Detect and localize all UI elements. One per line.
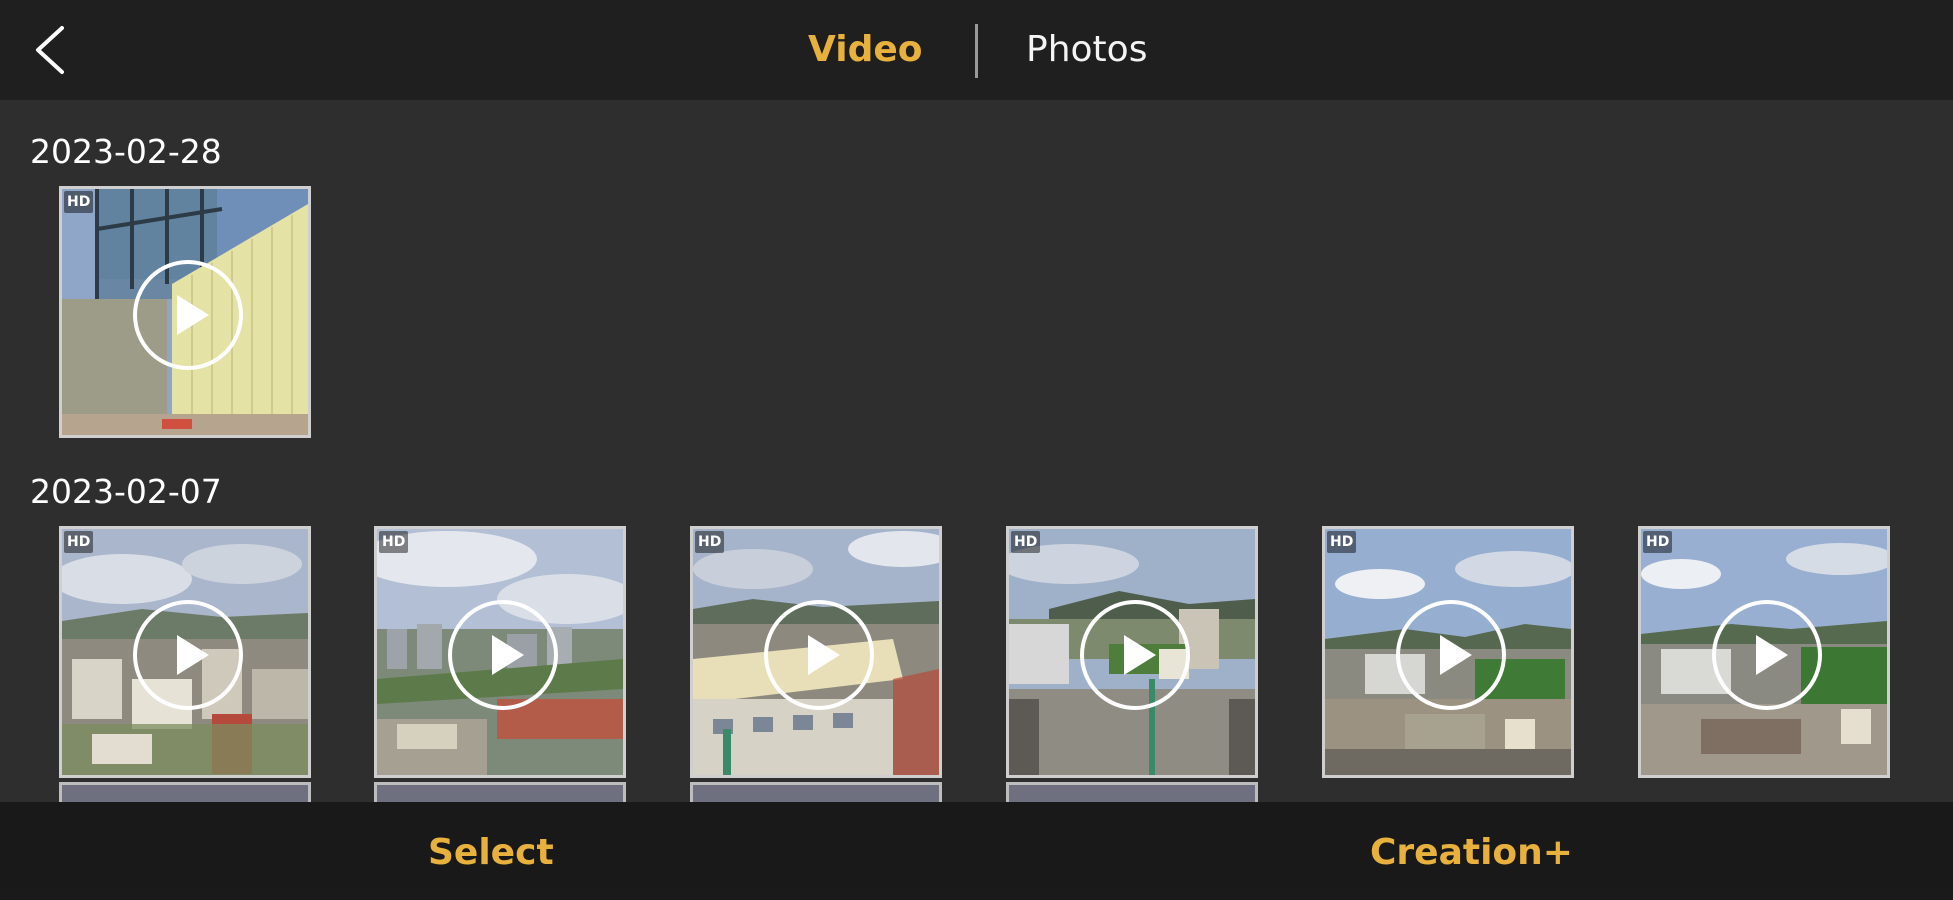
creation-button[interactable]: Creation+ [1370, 830, 1573, 876]
video-thumbnail-partial[interactable] [59, 782, 311, 802]
video-thumbnail[interactable]: HD [1006, 526, 1258, 778]
video-thumbnail-partial[interactable] [374, 782, 626, 802]
hd-badge: HD [64, 191, 94, 213]
section-date: 2023-02-07 [30, 472, 222, 511]
hd-badge: HD [64, 531, 94, 553]
select-button[interactable]: Select [428, 830, 554, 876]
play-icon [448, 600, 558, 710]
chevron-left-icon [36, 26, 64, 74]
section-date: 2023-02-28 [30, 132, 222, 171]
play-icon [1712, 600, 1822, 710]
video-thumbnail[interactable]: HD [59, 526, 311, 778]
hd-badge: HD [379, 531, 409, 553]
video-thumbnail[interactable]: HD [690, 526, 942, 778]
video-thumbnail-partial[interactable] [690, 782, 942, 802]
play-icon [764, 600, 874, 710]
play-icon [133, 260, 243, 370]
hd-badge: HD [1327, 531, 1357, 553]
play-icon [1396, 600, 1506, 710]
gallery-screen: Video Photos 2023-02-28 HD 2023-02-07 HD… [0, 0, 1953, 900]
hd-badge: HD [1011, 531, 1041, 553]
play-icon [1080, 600, 1190, 710]
tab-video[interactable]: Video [808, 28, 923, 72]
back-button[interactable] [18, 18, 82, 82]
play-icon [133, 600, 243, 710]
bottom-action-bar: Select Creation+ [0, 802, 1953, 900]
video-thumbnail[interactable]: HD [1638, 526, 1890, 778]
tab-photos[interactable]: Photos [1026, 28, 1147, 72]
video-thumbnail[interactable]: HD [59, 186, 311, 438]
video-thumbnail[interactable]: HD [1322, 526, 1574, 778]
hd-badge: HD [1643, 531, 1673, 553]
video-thumbnail[interactable]: HD [374, 526, 626, 778]
hd-badge: HD [695, 531, 725, 553]
tab-divider [975, 24, 978, 78]
top-bar: Video Photos [0, 0, 1953, 100]
video-thumbnail-partial[interactable] [1006, 782, 1258, 802]
